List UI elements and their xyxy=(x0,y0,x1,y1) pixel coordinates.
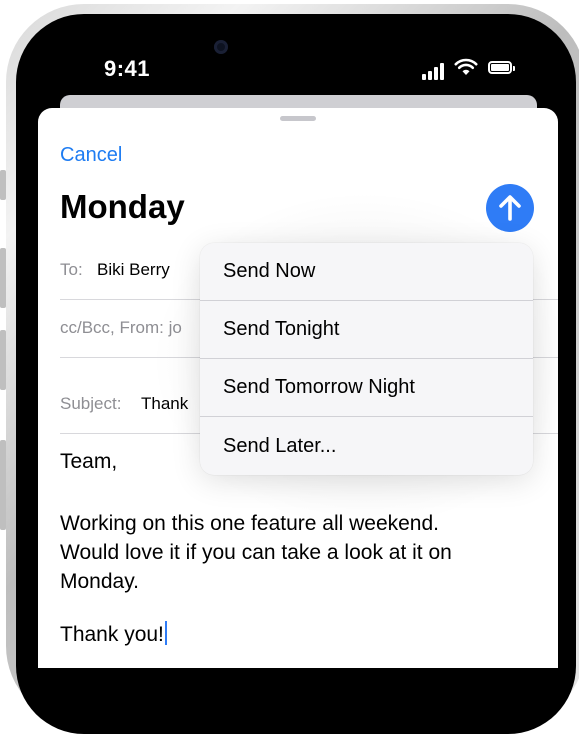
side-button xyxy=(0,440,6,530)
action-button xyxy=(0,170,6,200)
menu-item-send-now[interactable]: Send Now xyxy=(200,243,533,301)
menu-item-send-later[interactable]: Send Later... xyxy=(200,417,533,475)
text-cursor xyxy=(164,621,167,645)
body-line-3: Monday. xyxy=(60,570,139,593)
wifi-icon xyxy=(454,58,478,75)
speaker-notch xyxy=(248,14,366,28)
volume-down-button xyxy=(0,330,6,390)
camera-icon xyxy=(214,40,228,54)
status-time: 9:41 xyxy=(104,56,151,81)
cancel-button[interactable]: Cancel xyxy=(60,144,122,167)
subject-label: Subject: xyxy=(60,394,122,413)
body-closing[interactable]: Thank you! xyxy=(60,620,167,649)
to-label: To: xyxy=(60,260,83,279)
battery-icon xyxy=(488,61,515,74)
volume-up-button xyxy=(0,248,6,308)
menu-item-send-tonight[interactable]: Send Tonight xyxy=(200,301,533,359)
send-options-menu: Send Now Send Tonight Send Tomorrow Nigh… xyxy=(200,243,533,475)
sheet-grabber[interactable] xyxy=(280,116,316,121)
menu-item-send-tomorrow-night[interactable]: Send Tomorrow Night xyxy=(200,359,533,417)
body-closing-text: Thank you! xyxy=(60,623,164,646)
body-line-2: Would love it if you can take a look at … xyxy=(60,541,452,564)
body-greeting[interactable]: Team, xyxy=(60,447,117,476)
